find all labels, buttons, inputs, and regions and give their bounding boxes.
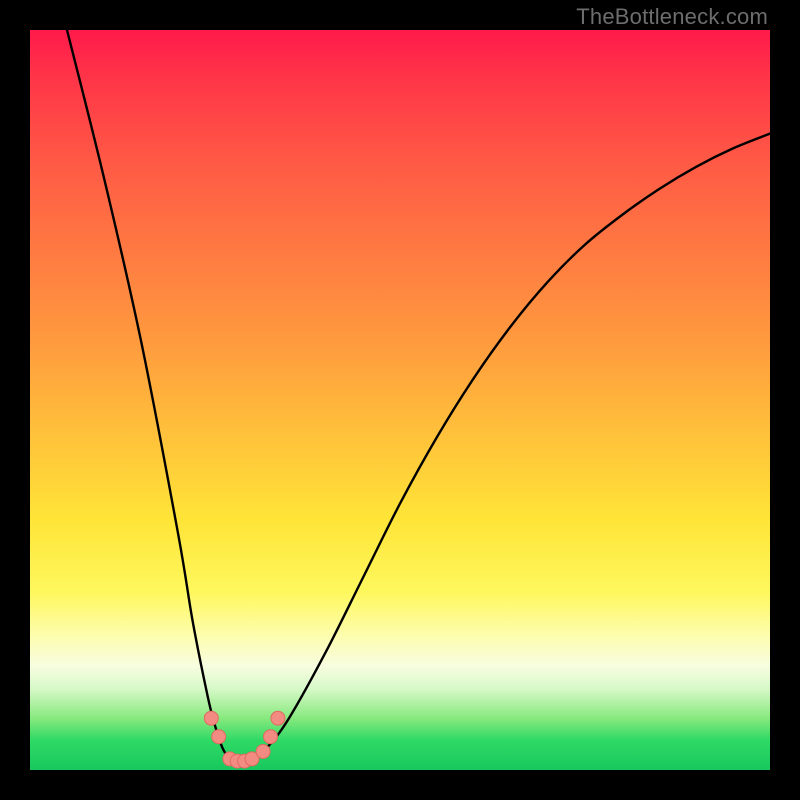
curve-svg xyxy=(30,30,770,770)
data-point xyxy=(212,730,226,744)
bottleneck-curve xyxy=(67,30,770,763)
data-markers xyxy=(204,711,285,768)
plot-area xyxy=(30,30,770,770)
data-point xyxy=(264,730,278,744)
data-point xyxy=(204,711,218,725)
watermark-text: TheBottleneck.com xyxy=(576,4,768,30)
data-point xyxy=(271,711,285,725)
data-point xyxy=(256,745,270,759)
chart-frame: TheBottleneck.com xyxy=(0,0,800,800)
